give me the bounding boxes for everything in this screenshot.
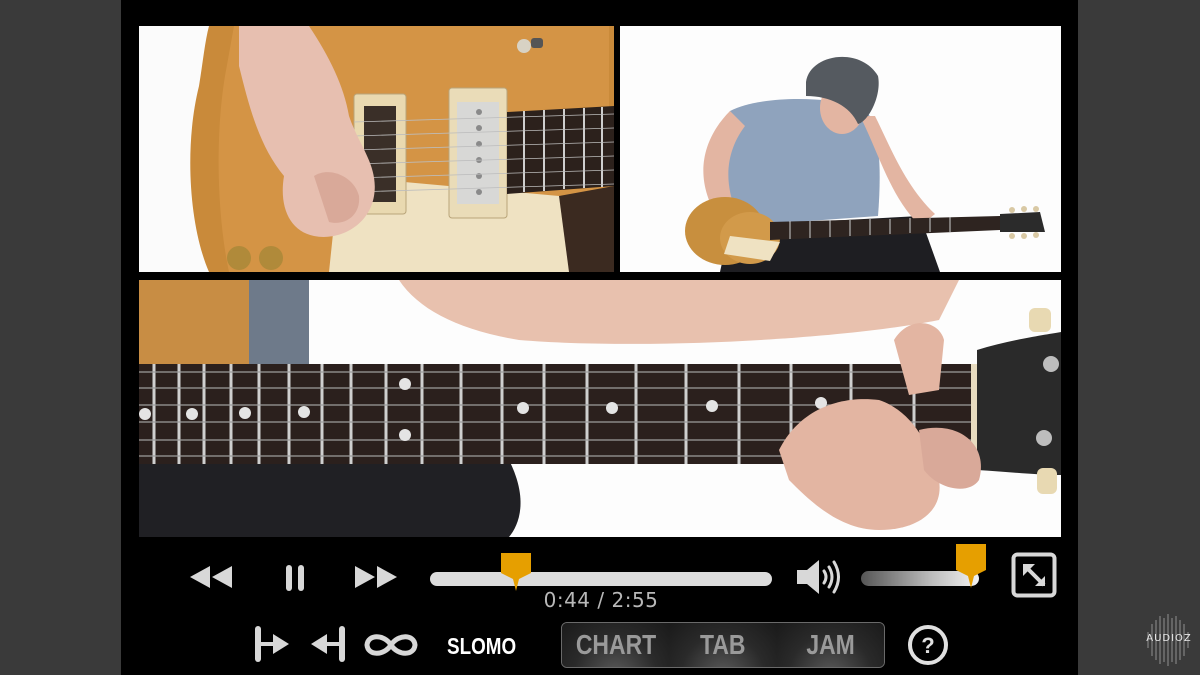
fret-inlay-dot (517, 402, 529, 414)
fast-forward-icon (355, 566, 397, 588)
view-mode-tab[interactable]: TAB (669, 623, 777, 667)
rewind-button[interactable] (190, 566, 234, 588)
loop-start-button[interactable] (255, 626, 291, 662)
view-mode-tab-label: TAB (700, 629, 746, 660)
fast-forward-button[interactable] (353, 566, 397, 588)
help-question-icon: ? (908, 625, 948, 665)
watermark-logo: AUDIOZ (1142, 612, 1194, 668)
svg-text:?: ? (921, 633, 934, 658)
fret-inlay-dot (239, 407, 251, 419)
speaker-volume-icon (797, 560, 840, 594)
fret-inlay-dot (706, 400, 718, 412)
video-panel-fretboard-closeup[interactable] (139, 280, 1061, 537)
time-display: 0:44 / 2:55 (543, 588, 659, 612)
loop-end-button[interactable] (309, 626, 345, 662)
fretboard-closeup-image (139, 280, 1061, 537)
video-lesson-player: 0:44 / 2:55 SLOMO CHART TAB JAM ? (121, 0, 1078, 675)
mute-button[interactable] (797, 558, 843, 596)
video-panel-full-player-view[interactable] (620, 26, 1061, 272)
view-mode-selector: CHART TAB JAM (561, 622, 885, 668)
seek-thumb[interactable] (500, 553, 531, 591)
fret-inlay-dot (399, 429, 411, 441)
fret-inlay-dot (606, 402, 618, 414)
rewind-icon (190, 566, 232, 588)
loop-end-marker-icon (311, 626, 345, 662)
volume-thumb[interactable] (955, 544, 986, 588)
video-panel-pickup-closeup[interactable] (139, 26, 614, 272)
exit-fullscreen-button[interactable] (1011, 552, 1057, 598)
pickup-closeup-image (139, 26, 614, 272)
help-button[interactable]: ? (907, 624, 949, 666)
seek-bar[interactable] (430, 553, 772, 591)
fret-inlay-dot (399, 378, 411, 390)
pause-button[interactable] (285, 565, 305, 591)
fret-inlay-dot (298, 406, 310, 418)
full-player-image (620, 26, 1061, 272)
fret-inlay-dot (186, 408, 198, 420)
seek-thumb-marker (500, 553, 531, 591)
infinity-loop-icon (364, 634, 418, 656)
view-mode-jam-label: JAM (806, 629, 855, 660)
exit-fullscreen-icon (1011, 552, 1057, 598)
view-mode-chart-label: CHART (575, 629, 656, 660)
loop-start-marker-icon (255, 626, 289, 662)
view-mode-jam[interactable]: JAM (776, 623, 884, 667)
fret-inlay-dot (139, 408, 151, 420)
slomo-button[interactable]: SLOMO (447, 633, 516, 660)
volume-thumb-marker (955, 544, 986, 588)
view-mode-chart[interactable]: CHART (562, 623, 670, 667)
loop-toggle-button[interactable] (362, 630, 420, 660)
volume-slider[interactable] (861, 544, 986, 588)
watermark-text: AUDIOZ (1146, 633, 1192, 644)
pause-icon (286, 565, 304, 591)
